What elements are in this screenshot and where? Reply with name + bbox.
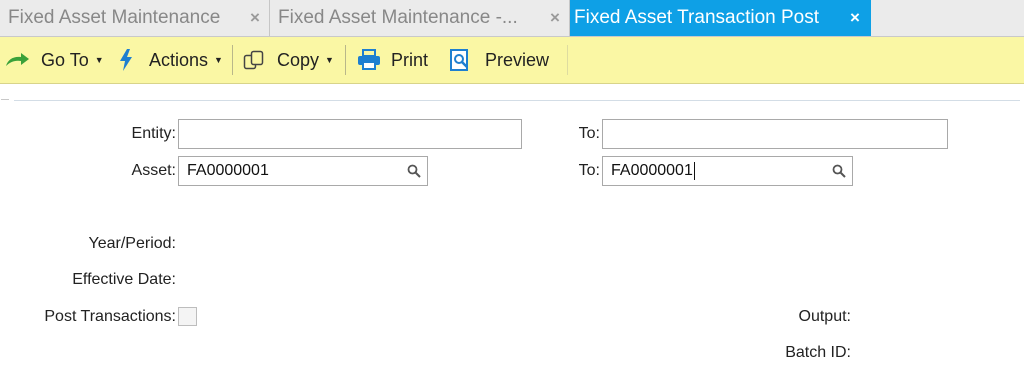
asset-from-input[interactable]: FA0000001 xyxy=(178,156,428,186)
section-divider xyxy=(14,100,1020,101)
close-icon[interactable]: × xyxy=(850,8,860,28)
entity-from-input[interactable] xyxy=(178,119,522,149)
printer-icon xyxy=(358,49,380,70)
tab-label: Fixed Asset Maintenance xyxy=(8,7,221,28)
print-label: Print xyxy=(391,49,429,70)
post-transactions-label: Post Transactions: xyxy=(44,308,176,325)
preview-icon xyxy=(450,49,468,71)
print-button[interactable]: Print xyxy=(357,37,428,83)
entity-to-label: To: xyxy=(578,125,600,142)
copy-icon xyxy=(243,50,264,70)
search-icon[interactable] xyxy=(826,157,852,185)
copy-label: Copy xyxy=(277,49,320,70)
preview-button[interactable]: Preview xyxy=(449,37,549,83)
goto-arrow-icon xyxy=(6,53,29,66)
tab-fixed-asset-maintenance[interactable]: Fixed Asset Maintenance × xyxy=(0,0,270,36)
toolbar-separator xyxy=(232,45,233,75)
tab-label: Fixed Asset Maintenance -... xyxy=(278,7,518,28)
actions-label: Actions xyxy=(149,49,209,70)
year-period-label: Year/Period: xyxy=(88,235,176,252)
asset-from-value: FA0000001 xyxy=(187,162,269,179)
divider-stub xyxy=(1,99,9,100)
entity-to-input[interactable] xyxy=(602,119,948,149)
text-cursor xyxy=(693,161,695,180)
tab-fixed-asset-maintenance-2[interactable]: Fixed Asset Maintenance -... × xyxy=(270,0,570,36)
tab-bar: Fixed Asset Maintenance × Fixed Asset Ma… xyxy=(0,0,1024,37)
asset-to-text: FA0000001 xyxy=(611,161,826,180)
entity-label: Entity: xyxy=(131,125,176,142)
goto-button[interactable]: Go To ▼ xyxy=(4,37,104,83)
toolbar-separator xyxy=(567,45,568,75)
goto-label: Go To xyxy=(41,49,89,70)
lightning-icon xyxy=(120,49,132,71)
search-icon[interactable] xyxy=(401,157,427,185)
tab-label: Fixed Asset Transaction Post xyxy=(574,7,820,28)
toolbar-separator xyxy=(345,45,346,75)
chevron-down-icon: ▼ xyxy=(214,55,223,65)
close-icon[interactable]: × xyxy=(550,8,560,28)
asset-to-value: FA0000001 xyxy=(611,162,693,180)
copy-button[interactable]: Copy ▼ xyxy=(243,37,334,83)
effective-date-label: Effective Date: xyxy=(72,271,176,288)
tab-fixed-asset-transaction-post[interactable]: Fixed Asset Transaction Post × xyxy=(570,0,871,36)
chevron-down-icon: ▼ xyxy=(94,55,104,65)
close-icon[interactable]: × xyxy=(250,8,260,28)
output-label: Output: xyxy=(798,308,851,325)
chevron-down-icon: ▼ xyxy=(325,55,334,65)
post-transactions-checkbox[interactable] xyxy=(178,307,197,326)
actions-button[interactable]: Actions ▼ xyxy=(118,37,223,83)
asset-to-input[interactable]: FA0000001 xyxy=(602,156,853,186)
batch-id-label: Batch ID: xyxy=(785,344,851,361)
asset-label: Asset: xyxy=(131,162,176,179)
asset-to-label: To: xyxy=(578,162,600,179)
preview-label: Preview xyxy=(485,49,550,70)
toolbar: Go To ▼ Actions ▼ Copy ▼ Print Preview xyxy=(0,37,1024,84)
